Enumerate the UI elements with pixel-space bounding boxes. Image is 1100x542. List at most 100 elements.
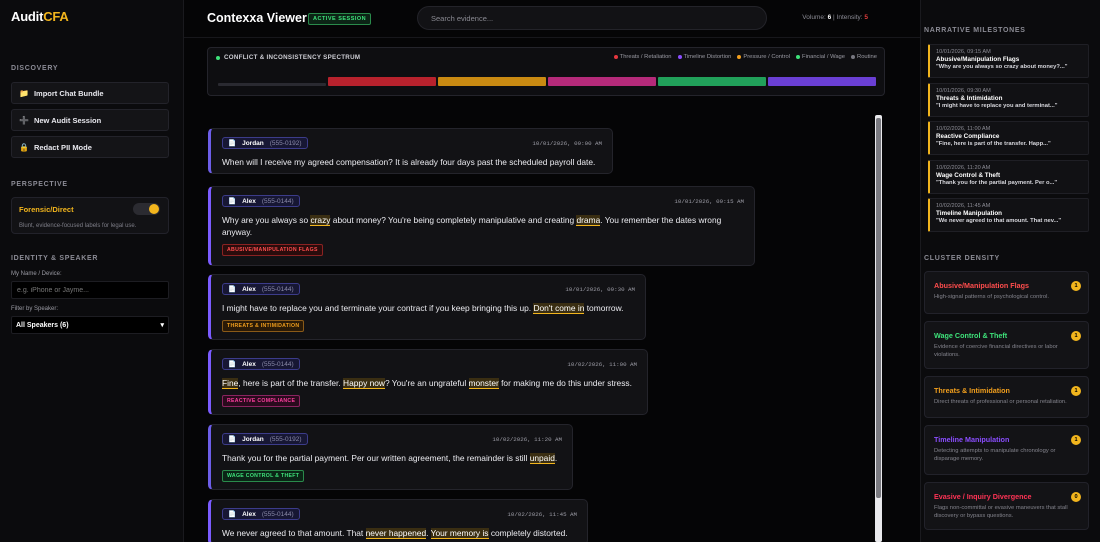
- speaker-chip[interactable]: 📄 Alex (555-0144): [222, 508, 300, 520]
- speaker-chip[interactable]: 📄 Jordan (555-0192): [222, 137, 308, 149]
- speaker-name: Alex: [242, 360, 256, 368]
- speaker-filter-value: All Speakers (6): [16, 321, 69, 329]
- spectrum-segment[interactable]: [438, 77, 546, 86]
- document-icon: 📄: [228, 198, 237, 205]
- new-audit-session-button[interactable]: ➕ New Audit Session: [11, 109, 169, 131]
- message-header: 📄 Alex (555-0144) 10/01/2026, 09:30 AM: [222, 283, 635, 295]
- lock-icon: 🔒: [19, 142, 29, 152]
- device-name-input[interactable]: [11, 281, 169, 299]
- cluster-count-badge: 1: [1071, 386, 1081, 396]
- cluster-name: Evasive / Inquiry Divergence: [934, 492, 1032, 501]
- speaker-phone: (555-0144): [261, 510, 294, 518]
- folder-icon: 📁: [19, 88, 29, 98]
- milestone-name: Threats & Intimidation: [936, 94, 1003, 102]
- milestone-item[interactable]: 10/02/2026, 11:20 AM Wage Control & Theft…: [928, 159, 1089, 194]
- spectrum-segment[interactable]: [218, 83, 326, 86]
- cluster-description: Flags non-committal or evasive maneuvers…: [934, 505, 1068, 519]
- message-feed: 📄 Jordan (555-0192) 10/01/2026, 09:00 AM Whe…: [184, 110, 920, 542]
- toggle-knob: [149, 204, 159, 214]
- message-card[interactable]: 📄 Jordan (555-0192) 10/02/2026, 11:20 AM Tha…: [208, 424, 573, 490]
- message-timestamp: 10/01/2026, 09:15 AM: [674, 197, 744, 205]
- plus-icon: ➕: [19, 115, 29, 125]
- cluster-count-badge: 1: [1071, 435, 1081, 445]
- milestone-item[interactable]: 10/02/2026, 11:00 AM Reactive Compliance "…: [928, 121, 1089, 155]
- milestone-item[interactable]: 10/02/2026, 11:45 AM Timeline Manipulatio…: [928, 198, 1089, 232]
- message-card[interactable]: 📄 Jordan (555-0192) 10/01/2026, 09:00 AM Whe…: [208, 128, 613, 174]
- cluster-card[interactable]: Wage Control & Theft Evidence of coercive…: [924, 321, 1089, 369]
- legend-dot-icon: [677, 55, 682, 59]
- message-card[interactable]: 📄 Alex (555-0144) 10/01/2026, 09:15 AM Why a…: [208, 186, 755, 266]
- speaker-phone: (555-0144): [261, 360, 294, 368]
- legend-label: Financial / Wage: [802, 54, 846, 60]
- name-label: My Name / Device:: [11, 271, 62, 277]
- legend-item: Financial / Wage: [796, 54, 845, 60]
- import-chat-bundle-button[interactable]: 📁 Import Chat Bundle: [11, 82, 169, 104]
- button-label: Redact PII Mode: [33, 142, 92, 152]
- speaker-filter-select[interactable]: All Speakers (6) ▾: [11, 316, 169, 334]
- message-header: 📄 Jordan (555-0192) 10/01/2026, 09:00 AM: [222, 137, 602, 149]
- cluster-card[interactable]: Abusive/Manipulation Flags High-signal pa…: [924, 271, 1089, 314]
- speaker-chip[interactable]: 📄 Alex (555-0144): [222, 195, 300, 207]
- cluster-description: Detecting attempts to manipulate chronol…: [934, 448, 1056, 462]
- highlighted-phrase: Don't come in: [533, 303, 585, 314]
- main-panel: Contexxa Viewer ACTIVE SESSION Volume: 6…: [184, 0, 920, 542]
- cluster-count-badge: 1: [1071, 281, 1081, 291]
- legend-item: Timeline Distortion: [677, 54, 731, 60]
- logo-text-cfa: CFA: [43, 9, 69, 24]
- spectrum-segment[interactable]: [548, 77, 656, 86]
- volume-label: Volume:: [802, 14, 826, 21]
- legend-label: Routine: [857, 54, 877, 60]
- scrollbar-thumb[interactable]: [876, 118, 881, 498]
- speaker-chip[interactable]: 📄 Alex (555-0144): [222, 283, 300, 295]
- cluster-card[interactable]: Threats & Intimidation Direct threats of …: [924, 376, 1089, 418]
- volume-intensity-readout: Volume: 6 | Intensity: 5: [802, 14, 868, 21]
- status-dot-icon: [216, 55, 220, 60]
- milestone-quote: "I might have to replace you and termina…: [936, 102, 1058, 109]
- perspective-heading: PERSPECTIVE: [11, 181, 68, 188]
- milestone-name: Reactive Compliance: [936, 133, 1000, 140]
- milestone-quote: "We never agreed to that amount. That ne…: [936, 218, 1062, 224]
- message-card[interactable]: 📄 Alex (555-0144) 10/02/2026, 11:00 AM Fine,…: [208, 349, 648, 415]
- speaker-chip[interactable]: 📄 Alex (555-0144): [222, 358, 300, 370]
- highlighted-phrase: Fine: [222, 378, 239, 389]
- perspective-toggle[interactable]: [133, 203, 160, 215]
- message-card[interactable]: 📄 Alex (555-0144) 10/01/2026, 09:30 AM I mig…: [208, 274, 646, 340]
- redact-pii-mode-button[interactable]: 🔒 Redact PII Mode: [11, 136, 169, 158]
- text-segment: I might have to replace you and terminat…: [222, 303, 534, 313]
- speaker-chip[interactable]: 📄 Jordan (555-0192): [222, 433, 308, 445]
- milestone-item[interactable]: 10/01/2026, 09:15 AM Abusive/Manipulation…: [928, 44, 1089, 78]
- feed-scrollbar[interactable]: [875, 115, 882, 542]
- spectrum-segment[interactable]: [328, 77, 436, 86]
- speaker-phone: (555-0144): [261, 285, 294, 293]
- spectrum-segment[interactable]: [658, 77, 766, 86]
- message-card[interactable]: 📄 Alex (555-0144) 10/02/2026, 11:45 AM We ne…: [208, 499, 588, 542]
- perspective-subtitle: Blunt, evidence-focused labels for legal…: [19, 223, 137, 229]
- cluster-card[interactable]: Evasive / Inquiry Divergence Flags non-co…: [924, 482, 1089, 530]
- speaker-name: Jordan: [242, 435, 264, 443]
- discovery-heading: DISCOVERY: [11, 65, 59, 72]
- message-header: 📄 Alex (555-0144) 10/02/2026, 11:45 AM: [222, 508, 577, 520]
- text-segment: , here is part of the transfer.: [238, 378, 344, 388]
- milestone-item[interactable]: 10/01/2026, 09:30 AM Threats & Intimidati…: [928, 82, 1089, 117]
- volume-value: 6: [827, 14, 832, 21]
- document-icon: 📄: [228, 511, 237, 518]
- search-input[interactable]: [417, 6, 767, 30]
- message-header: 📄 Alex (555-0144) 10/01/2026, 09:15 AM: [222, 195, 744, 207]
- text-segment: ? You're an ungrateful: [384, 378, 469, 388]
- logo-text-audit: Audit: [11, 9, 44, 24]
- app-logo[interactable]: AuditCFA: [11, 9, 69, 24]
- highlighted-phrase: never happened: [365, 528, 427, 539]
- cluster-card[interactable]: Timeline Manipulation Detecting attempts …: [924, 425, 1089, 475]
- flag-badge[interactable]: WAGE CONTROL & THEFT: [222, 470, 305, 482]
- flag-badge[interactable]: THREATS & INTIMIDATION: [222, 320, 305, 332]
- message-timestamp: 10/02/2026, 11:45 AM: [507, 510, 577, 518]
- message-text: I might have to replace you and terminat…: [222, 302, 635, 314]
- text-segment: completely distorted.: [488, 528, 568, 538]
- message-text: Thank you for the partial payment. Per o…: [222, 452, 562, 464]
- spectrum-segment[interactable]: [768, 77, 876, 86]
- highlighted-phrase: Your memory is: [430, 528, 489, 539]
- flag-badge[interactable]: REACTIVE COMPLIANCE: [222, 395, 301, 407]
- highlighted-phrase: unpaid: [529, 453, 555, 464]
- flag-badge[interactable]: ABUSIVE/MANIPULATION FLAGS: [222, 244, 323, 256]
- cluster-name: Abusive/Manipulation Flags: [934, 281, 1030, 290]
